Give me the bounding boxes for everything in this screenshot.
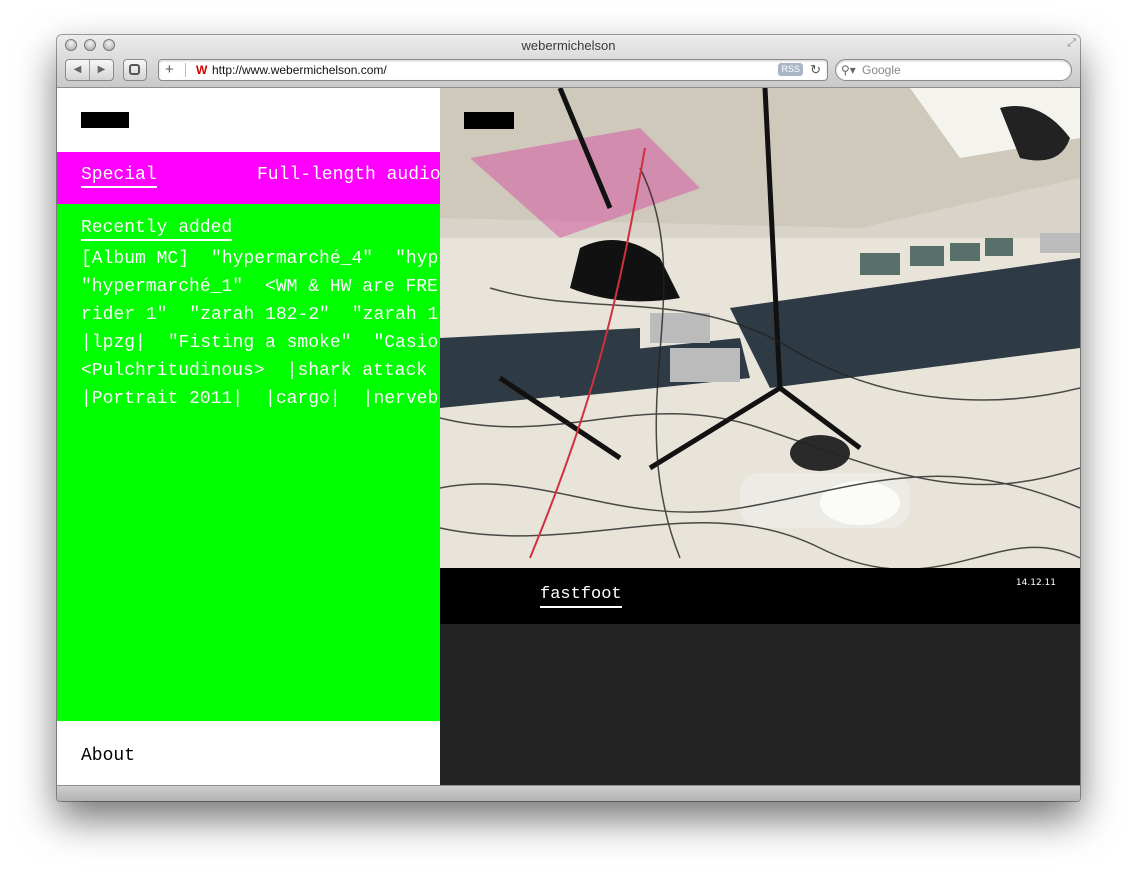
forward-arrow-icon[interactable]: ▶ — [89, 60, 113, 80]
recent-line: |lpzg| "Fisting a smoke" "Casio — [81, 329, 440, 357]
site-logo[interactable] — [81, 112, 129, 128]
url-text[interactable]: http://www.webermichelson.com/ — [212, 60, 387, 80]
add-bookmark-icon[interactable]: + — [165, 60, 174, 80]
feature-title-link[interactable]: fastfoot — [540, 584, 622, 608]
fullscreen-icon[interactable]: ⤢ — [1067, 37, 1076, 50]
recent-item-link[interactable]: "zarah 1 — [352, 305, 438, 325]
left-column: Special Full-length audio Recently added… — [57, 88, 440, 785]
search-field[interactable]: ⚲▾ — [835, 59, 1072, 81]
photo-label-block — [464, 112, 514, 129]
recent-line: "hypermarché_1" <WM & HW are FRE — [81, 273, 440, 301]
special-link[interactable]: Special — [81, 164, 157, 188]
address-bar[interactable]: + W http://www.webermichelson.com/ RSS ↻ — [158, 59, 828, 81]
recent-item-link[interactable]: <Pulchritudinous> — [81, 361, 265, 381]
recent-item-link[interactable]: "hypermarché_1" — [81, 277, 243, 297]
recent-line: |Portrait 2011| |cargo| |nerveb — [81, 385, 440, 413]
recently-added-panel: Recently added [Album MC] "hypermarché_4"… — [57, 204, 440, 721]
recent-item-link[interactable]: |shark attack — [287, 361, 427, 381]
recent-item-link[interactable]: |cargo| — [265, 389, 341, 409]
recent-line: <Pulchritudinous> |shark attack — [81, 357, 440, 385]
recent-item-link[interactable]: |Portrait 2011| — [81, 389, 243, 409]
back-arrow-icon[interactable]: ◀ — [66, 60, 89, 80]
reload-icon[interactable]: ↻ — [810, 60, 821, 80]
recent-item-link[interactable]: rider 1" — [81, 305, 167, 325]
recent-item-link[interactable]: "hyp — [395, 249, 438, 269]
page-content: Special Full-length audio Recently added… — [57, 88, 1080, 785]
special-text[interactable]: Full-length audio — [257, 164, 440, 186]
recent-item-link[interactable]: "zarah 182-2" — [189, 305, 329, 325]
recent-item-link[interactable]: [Album MC] — [81, 249, 189, 269]
recent-items: [Album MC] "hypermarché_4" "hyp "hypermarch… — [81, 245, 440, 413]
recent-item-link[interactable]: <WM & HW are FRE — [265, 277, 438, 297]
recent-line: [Album MC] "hypermarché_4" "hyp — [81, 245, 440, 273]
recent-item-link[interactable]: "Casio — [373, 333, 438, 353]
recent-item-link[interactable]: |nerveb — [363, 389, 439, 409]
address-divider — [185, 63, 186, 77]
special-bar: Special Full-length audio — [57, 152, 440, 204]
caption-bar: fastfoot 14.12.11 — [440, 568, 1080, 624]
window-title: webermichelson — [521, 38, 616, 53]
recent-item-link[interactable]: |lpzg| — [81, 333, 146, 353]
browser-window: webermichelson ⤢ ◀ ▶ + W http://www.webe… — [57, 35, 1080, 801]
feature-photo[interactable] — [440, 88, 1080, 568]
rss-button[interactable]: RSS — [778, 63, 803, 76]
title-bar: webermichelson ⤢ ◀ ▶ + W http://www.webe… — [57, 35, 1080, 88]
back-forward-buttons: ◀ ▶ — [65, 59, 114, 81]
feature-date: 14.12.11 — [1015, 578, 1056, 588]
status-bar — [57, 785, 1080, 801]
snapback-button[interactable] — [123, 59, 147, 81]
site-favicon-icon: W — [196, 63, 208, 77]
recent-item-link[interactable]: "Fisting a smoke" — [168, 333, 352, 353]
search-input[interactable] — [862, 62, 1062, 78]
about-link[interactable]: About — [81, 745, 135, 767]
search-icon[interactable]: ⚲▾ — [841, 60, 856, 80]
recently-added-link[interactable]: Recently added — [81, 217, 233, 241]
right-column: fastfoot 14.12.11 — [440, 88, 1080, 785]
recent-item-link[interactable]: "hypermarché_4" — [211, 249, 373, 269]
feature-photo-image — [440, 88, 1080, 568]
recent-line: rider 1" "zarah 182-2" "zarah 1 — [81, 301, 440, 329]
